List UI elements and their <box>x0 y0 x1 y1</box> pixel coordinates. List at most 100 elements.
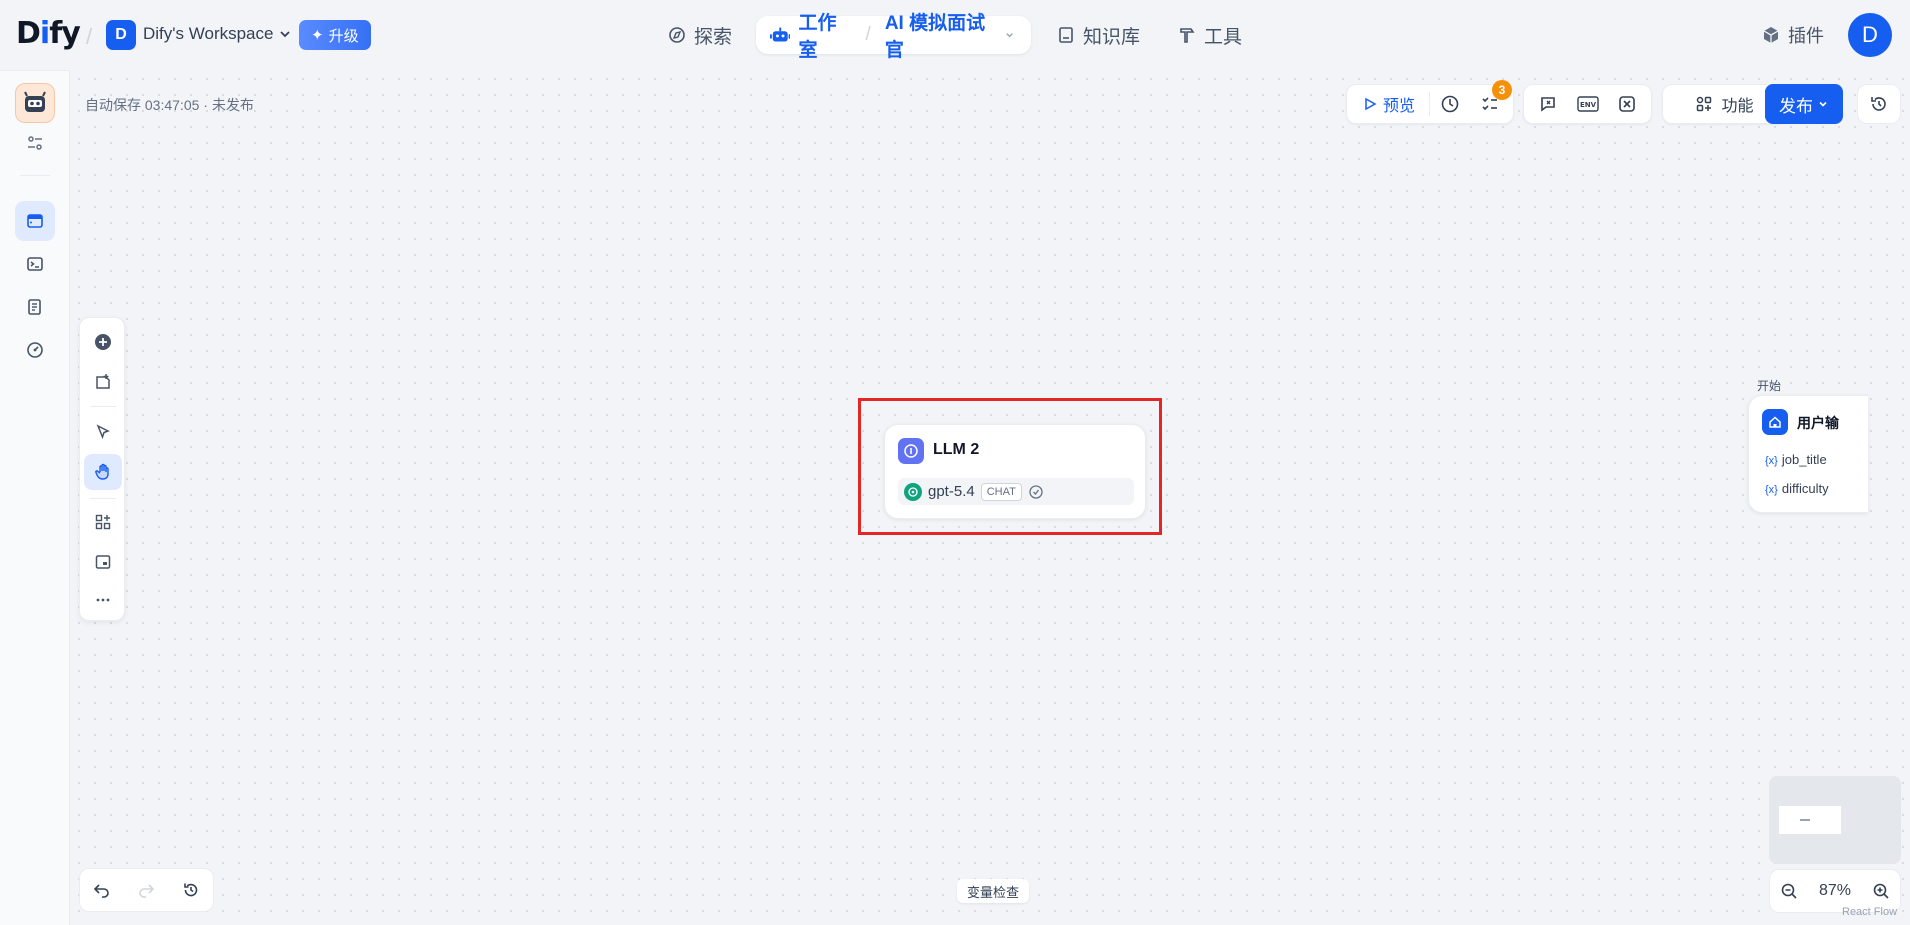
undo-redo-controls <box>79 868 214 912</box>
workspace-avatar[interactable]: D <box>106 20 136 50</box>
breadcrumb-separator: / <box>86 24 93 49</box>
sidebar-item-monitoring[interactable] <box>15 330 55 370</box>
zoom-out-icon[interactable] <box>1780 882 1798 900</box>
history-icon[interactable] <box>182 881 200 899</box>
nav-plugins[interactable]: 插件 <box>1762 16 1824 54</box>
robot-face-icon <box>24 91 46 112</box>
features-label: 功能 <box>1721 98 1754 115</box>
pointer-mode-button[interactable] <box>84 414 122 450</box>
nav-tools[interactable]: 工具 <box>1178 16 1242 54</box>
checklist-badge: 3 <box>1492 80 1513 100</box>
app-icon[interactable] <box>15 83 55 123</box>
organize-blocks-button[interactable] <box>84 504 122 540</box>
preview-button[interactable]: 预览 <box>1347 92 1431 116</box>
sparkle-icon: ✦ <box>311 27 324 44</box>
zoom-level[interactable]: 87% <box>1819 882 1851 900</box>
variable-icon: {x} <box>1765 455 1778 467</box>
env-icon: ENV <box>1576 96 1599 112</box>
version-history-button[interactable] <box>1857 84 1901 124</box>
undo-icon[interactable] <box>93 881 111 899</box>
add-note-button[interactable] <box>84 364 122 400</box>
sidebar-item-api[interactable] <box>15 244 55 284</box>
variable-icon: {x} <box>1765 484 1778 496</box>
redo-icon[interactable] <box>137 881 155 899</box>
dify-logo[interactable]: Dify <box>16 16 81 51</box>
run-history-button[interactable] <box>1430 84 1470 124</box>
sidebar-item-orchestrate[interactable] <box>15 201 55 241</box>
more-options-button[interactable] <box>84 582 122 618</box>
tools-divider <box>90 498 116 499</box>
upgrade-button[interactable]: ✦ 升级 <box>299 20 371 50</box>
history-icon <box>1871 97 1886 111</box>
zoom-in-icon[interactable] <box>1872 882 1890 900</box>
preview-label: 预览 <box>1383 98 1416 115</box>
nav-tools-label: 工具 <box>1204 26 1243 48</box>
document-icon <box>28 299 41 315</box>
svg-text:ENV: ENV <box>1579 101 1596 109</box>
variables-toolbar: ENV <box>1523 84 1652 124</box>
sliders-icon <box>28 136 42 150</box>
left-sidebar <box>0 70 70 925</box>
minimap-icon <box>95 555 111 569</box>
variable-box-icon <box>1619 96 1635 112</box>
layout-grid-icon <box>95 514 111 530</box>
nav-knowledge-label: 知识库 <box>1083 26 1141 48</box>
publish-label: 发布 <box>1779 96 1813 116</box>
clock-play-icon <box>1441 95 1459 113</box>
tools-divider <box>90 406 116 407</box>
robot-icon <box>770 27 791 42</box>
more-horizontal-icon <box>96 598 110 602</box>
start-node[interactable]: 用户输 {x} job_title {x} difficulty <box>1748 395 1868 513</box>
start-variable: {x} difficulty <box>1765 481 1829 496</box>
gauge-icon <box>27 342 43 358</box>
book-icon <box>1059 27 1073 43</box>
llm-node-title: LLM 2 <box>933 441 980 458</box>
chevron-down-icon[interactable] <box>1004 29 1015 41</box>
workspace-name[interactable]: Dify's Workspace <box>143 24 273 44</box>
hammer-icon <box>1180 28 1195 43</box>
upgrade-label: 升级 <box>328 27 359 45</box>
chevron-down-icon[interactable] <box>278 27 292 41</box>
chat-variable-icon <box>1541 97 1555 112</box>
minimap-node-marker <box>1800 819 1810 821</box>
hand-icon <box>95 463 109 480</box>
preview-toolbar: 预览 3 <box>1346 80 1514 124</box>
react-flow-attribution[interactable]: React Flow <box>1842 906 1897 918</box>
nav-knowledge[interactable]: 知识库 <box>1057 16 1140 54</box>
nav-studio-label: 工作室 <box>798 13 837 61</box>
cube-icon <box>1763 27 1779 43</box>
checklist-button[interactable]: 3 <box>1470 80 1513 124</box>
user-avatar[interactable]: D <box>1848 13 1892 57</box>
system-variables-button[interactable] <box>1607 84 1647 124</box>
app-settings-button[interactable] <box>15 123 55 163</box>
autosave-status: 自动保存 03:47:05 · 未发布 <box>85 97 254 113</box>
sidebar-item-logs[interactable] <box>15 287 55 327</box>
model-settings-icon[interactable] <box>1028 484 1044 500</box>
canvas-tools-panel <box>79 317 125 621</box>
play-icon <box>1365 97 1377 111</box>
model-mode-tag: CHAT <box>980 482 1022 501</box>
publish-button[interactable]: 发布 <box>1765 84 1843 124</box>
openai-icon <box>904 482 922 501</box>
top-bar: Dify / D Dify's Workspace ✦ 升级 探索 工作室 / … <box>0 0 1910 70</box>
start-node-title: 用户输 <box>1797 415 1839 431</box>
minimap-toggle-button[interactable] <box>84 544 122 580</box>
nav-explore[interactable]: 探索 <box>668 16 732 54</box>
window-icon <box>27 214 43 228</box>
conversation-variables-button[interactable] <box>1528 84 1568 124</box>
hand-mode-button[interactable] <box>84 454 122 490</box>
llm-node[interactable]: LLM 2 gpt-5.4 CHAT <box>884 424 1146 519</box>
plus-circle-icon <box>95 334 111 350</box>
minimap[interactable] <box>1769 776 1901 864</box>
nav-studio[interactable]: 工作室 / AI 模拟面试官 <box>756 13 1031 61</box>
terminal-icon <box>27 257 43 271</box>
chevron-down-icon <box>1819 101 1827 107</box>
breadcrumb-separator: / <box>865 24 871 45</box>
current-app-name[interactable]: AI 模拟面试官 <box>885 8 996 62</box>
sticky-note-icon <box>96 374 110 389</box>
sidebar-divider <box>20 175 50 176</box>
variable-inspect-button[interactable]: 变量检查 <box>957 879 1030 903</box>
model-selector[interactable]: gpt-5.4 CHAT <box>898 478 1134 505</box>
add-node-button[interactable] <box>84 324 122 360</box>
env-variables-button[interactable]: ENV <box>1568 84 1608 124</box>
